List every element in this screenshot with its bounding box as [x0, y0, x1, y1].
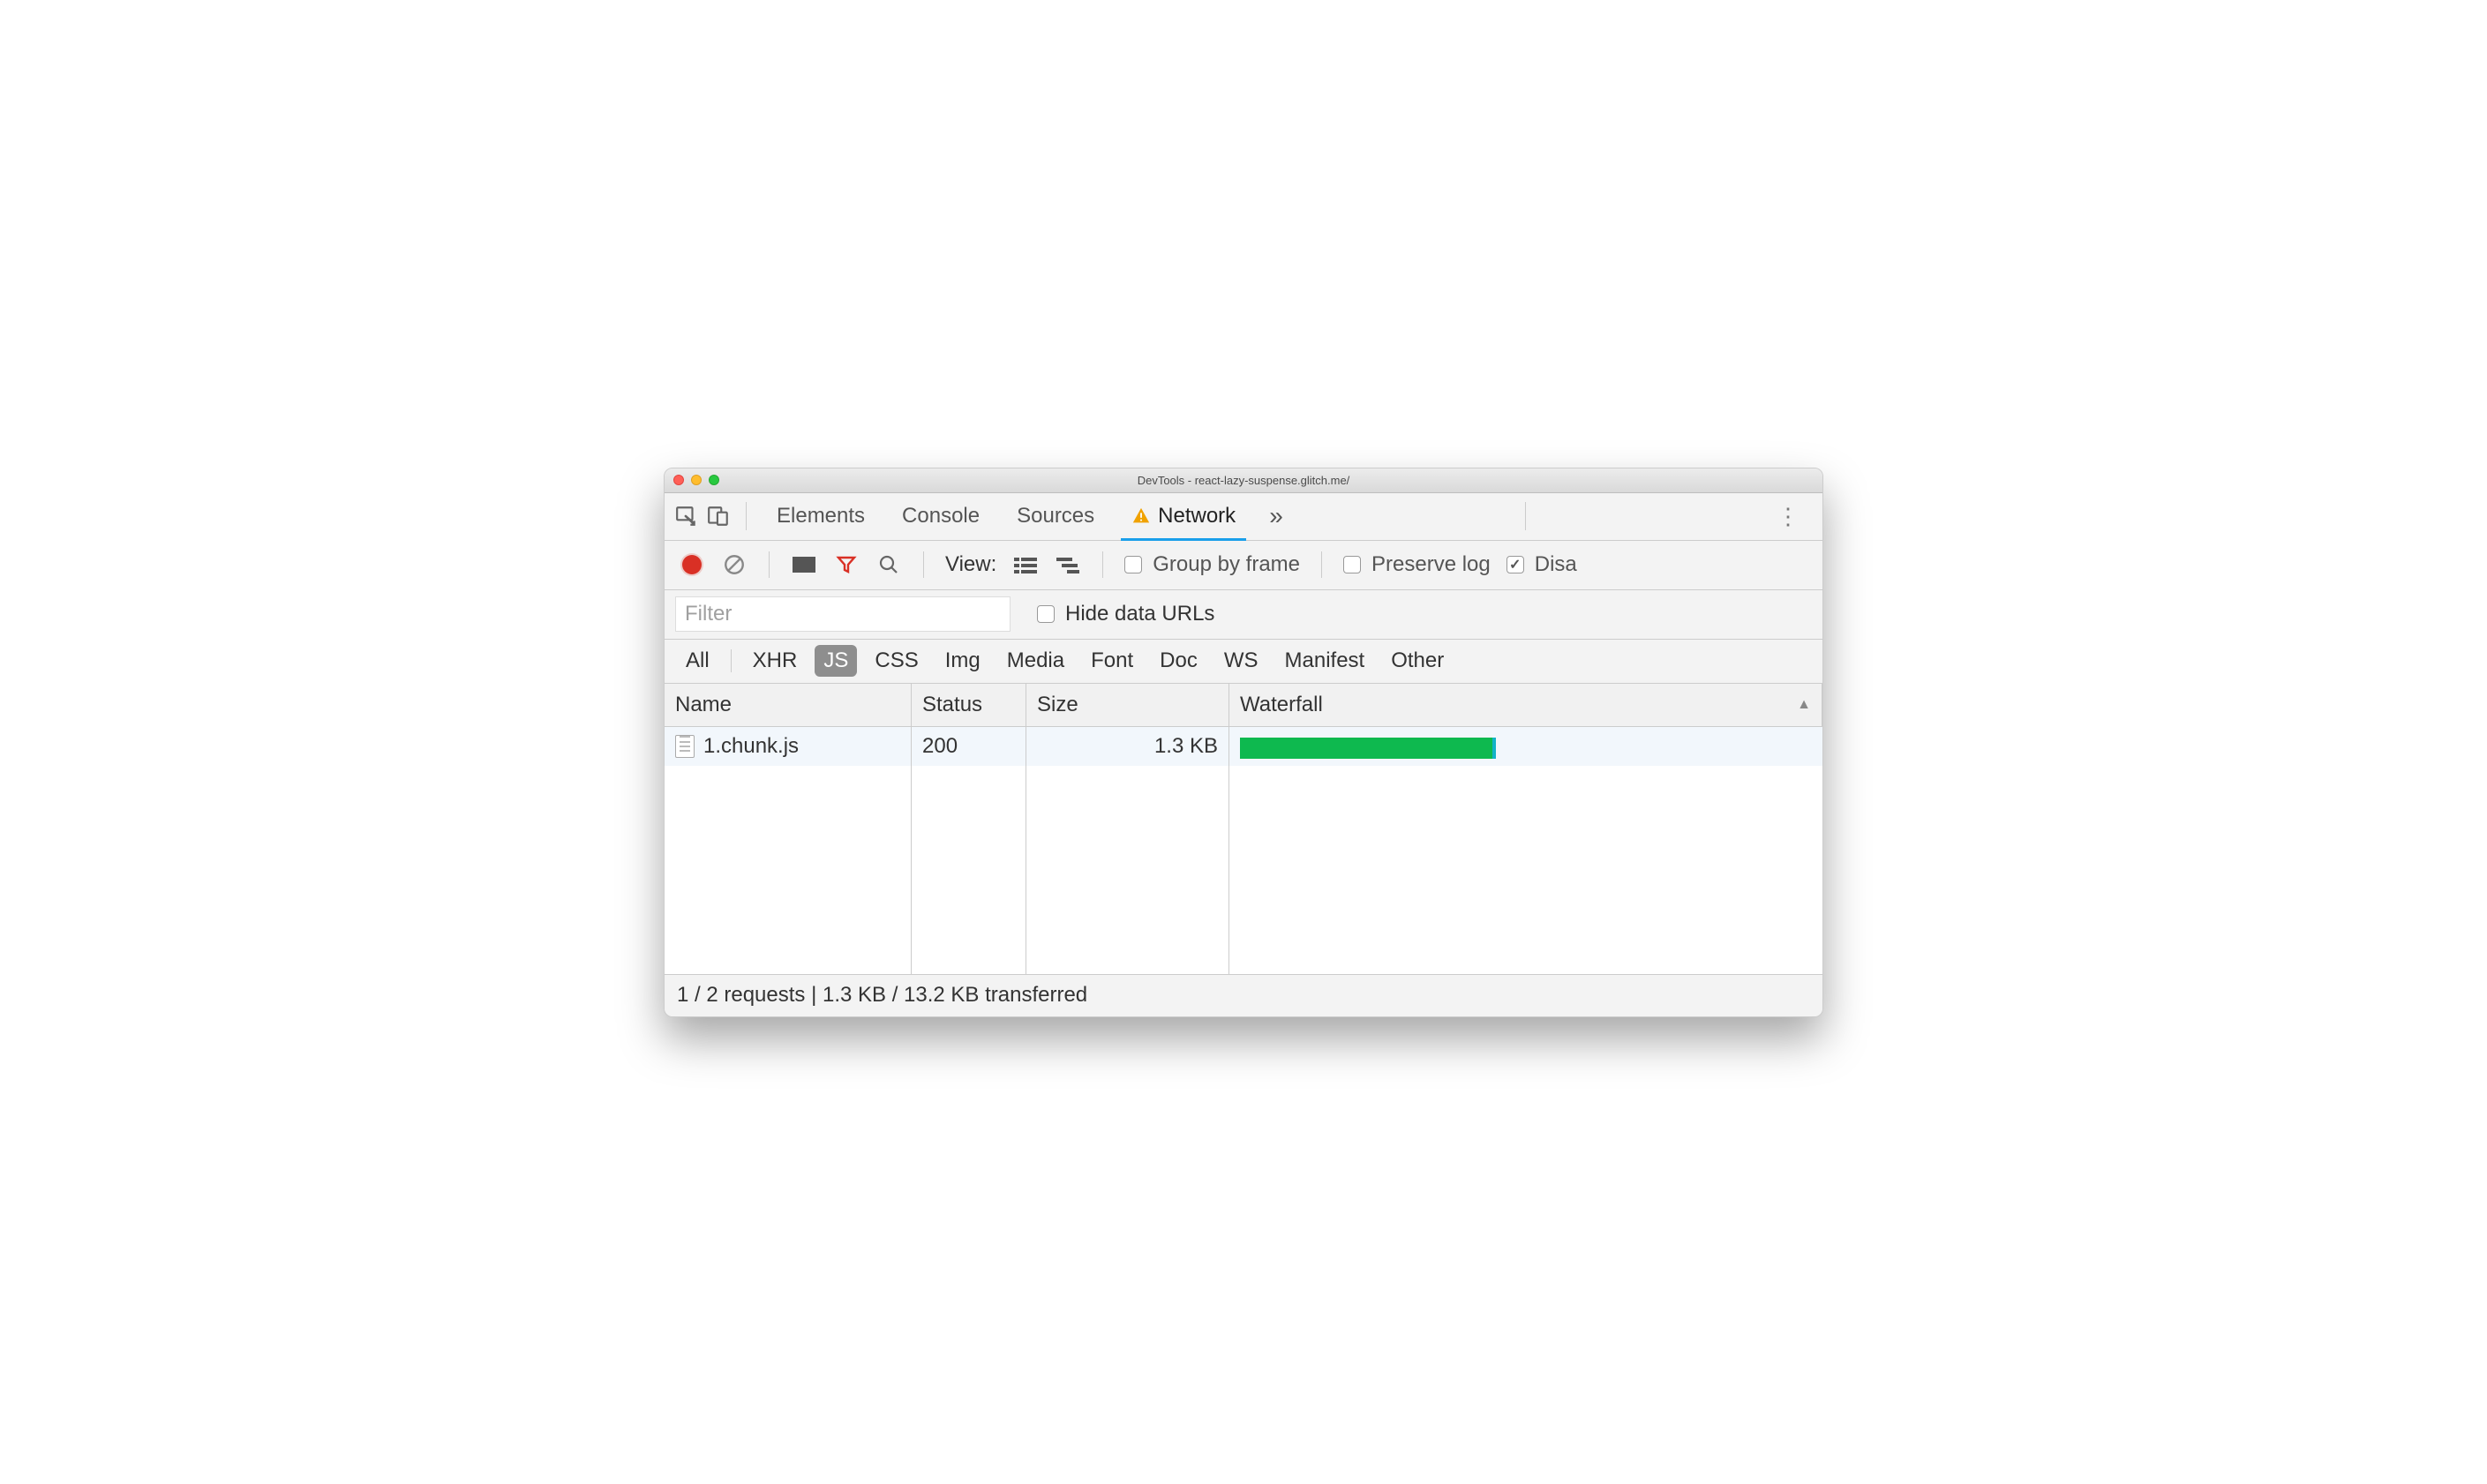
record-icon	[682, 555, 702, 574]
separator	[1321, 551, 1322, 578]
filter-manifest[interactable]: Manifest	[1276, 645, 1374, 677]
request-name: 1.chunk.js	[703, 734, 799, 759]
capture-screenshots-icon[interactable]	[791, 551, 817, 578]
checkbox-icon	[1343, 556, 1361, 573]
filter-media[interactable]: Media	[998, 645, 1073, 677]
checkbox-label: Group by frame	[1153, 552, 1300, 577]
filter-js[interactable]: JS	[815, 645, 857, 677]
filter-ws[interactable]: WS	[1215, 645, 1267, 677]
column-header-name[interactable]: Name	[665, 684, 912, 727]
record-button[interactable]	[679, 551, 705, 578]
tab-network[interactable]: Network	[1116, 493, 1251, 540]
table-row[interactable]	[1229, 727, 1822, 766]
column-status-cells: 200	[912, 727, 1026, 974]
filter-all[interactable]: All	[677, 645, 718, 677]
table-row[interactable]: 200	[912, 727, 1026, 766]
checkbox-label: Hide data URLs	[1065, 602, 1214, 626]
tab-console[interactable]: Console	[886, 493, 996, 540]
column-label: Status	[922, 693, 982, 717]
preserve-log-checkbox[interactable]: Preserve log	[1343, 552, 1491, 577]
sort-asc-icon: ▲	[1797, 697, 1811, 713]
inspect-element-icon[interactable]	[673, 503, 700, 529]
more-tabs-icon[interactable]: »	[1257, 502, 1296, 530]
column-label: Name	[675, 693, 732, 717]
filter-img[interactable]: Img	[936, 645, 989, 677]
filter-font[interactable]: Font	[1082, 645, 1142, 677]
hide-data-urls-checkbox[interactable]: Hide data URLs	[1037, 602, 1214, 626]
search-icon[interactable]	[875, 551, 902, 578]
type-filter-bar: All XHR JS CSS Img Media Font Doc WS Man…	[665, 640, 1822, 684]
titlebar: DevTools - react-lazy-suspense.glitch.me…	[665, 468, 1822, 493]
script-file-icon	[675, 735, 695, 758]
filter-css[interactable]: CSS	[866, 645, 927, 677]
tab-label: Network	[1158, 504, 1236, 528]
column-name-cells: 1.chunk.js	[665, 727, 912, 974]
waterfall-bar	[1240, 738, 1496, 759]
separator	[923, 551, 924, 578]
checkbox-icon	[1506, 556, 1524, 573]
panel-tabs: Elements Console Sources Network » ⋮	[665, 493, 1822, 541]
clear-button[interactable]	[721, 551, 748, 578]
view-label: View:	[945, 552, 996, 577]
table-row[interactable]: 1.chunk.js	[665, 727, 911, 766]
checkbox-label: Disa	[1535, 552, 1577, 577]
separator	[1102, 551, 1103, 578]
warning-icon	[1131, 506, 1151, 526]
filter-input[interactable]	[675, 596, 1011, 632]
separator	[731, 649, 732, 672]
settings-menu-icon[interactable]: ⋮	[1764, 503, 1814, 530]
column-header-size[interactable]: Size	[1026, 684, 1229, 727]
toggle-device-icon[interactable]	[705, 503, 732, 529]
column-waterfall-cells	[1229, 727, 1822, 974]
table-row[interactable]: 1.3 KB	[1026, 727, 1228, 766]
column-label: Waterfall	[1240, 693, 1323, 717]
column-label: Size	[1037, 693, 1078, 717]
tab-sources[interactable]: Sources	[1001, 493, 1110, 540]
request-status: 200	[922, 734, 958, 759]
checkbox-icon	[1124, 556, 1142, 573]
request-table: Name Status Size Waterfall ▲ 1.chunk.js …	[665, 684, 1822, 974]
checkbox-icon	[1037, 605, 1055, 623]
tab-label: Console	[902, 504, 980, 528]
group-by-frame-checkbox[interactable]: Group by frame	[1124, 552, 1300, 577]
filter-xhr[interactable]: XHR	[744, 645, 807, 677]
separator	[769, 551, 770, 578]
disable-cache-checkbox[interactable]: Disa	[1506, 552, 1577, 577]
status-bar: 1 / 2 requests | 1.3 KB / 13.2 KB transf…	[665, 974, 1822, 1016]
separator	[746, 502, 747, 530]
filter-doc[interactable]: Doc	[1151, 645, 1206, 677]
column-header-waterfall[interactable]: Waterfall ▲	[1229, 684, 1822, 727]
tab-elements[interactable]: Elements	[761, 493, 881, 540]
waterfall-view-icon[interactable]	[1055, 551, 1081, 578]
devtools-window: DevTools - react-lazy-suspense.glitch.me…	[664, 468, 1823, 1017]
filter-icon[interactable]	[833, 551, 860, 578]
network-toolbar: View: Group by frame Preserve log Disa	[665, 541, 1822, 590]
tab-label: Sources	[1017, 504, 1094, 528]
large-rows-icon[interactable]	[1012, 551, 1039, 578]
window-title: DevTools - react-lazy-suspense.glitch.me…	[665, 474, 1822, 487]
tab-label: Elements	[777, 504, 865, 528]
column-header-status[interactable]: Status	[912, 684, 1026, 727]
filter-bar: Hide data URLs	[665, 590, 1822, 640]
separator	[1525, 502, 1526, 530]
checkbox-label: Preserve log	[1371, 552, 1491, 577]
status-text: 1 / 2 requests | 1.3 KB / 13.2 KB transf…	[677, 983, 1087, 1008]
filter-other[interactable]: Other	[1382, 645, 1453, 677]
column-size-cells: 1.3 KB	[1026, 727, 1229, 974]
request-size: 1.3 KB	[1154, 734, 1218, 759]
